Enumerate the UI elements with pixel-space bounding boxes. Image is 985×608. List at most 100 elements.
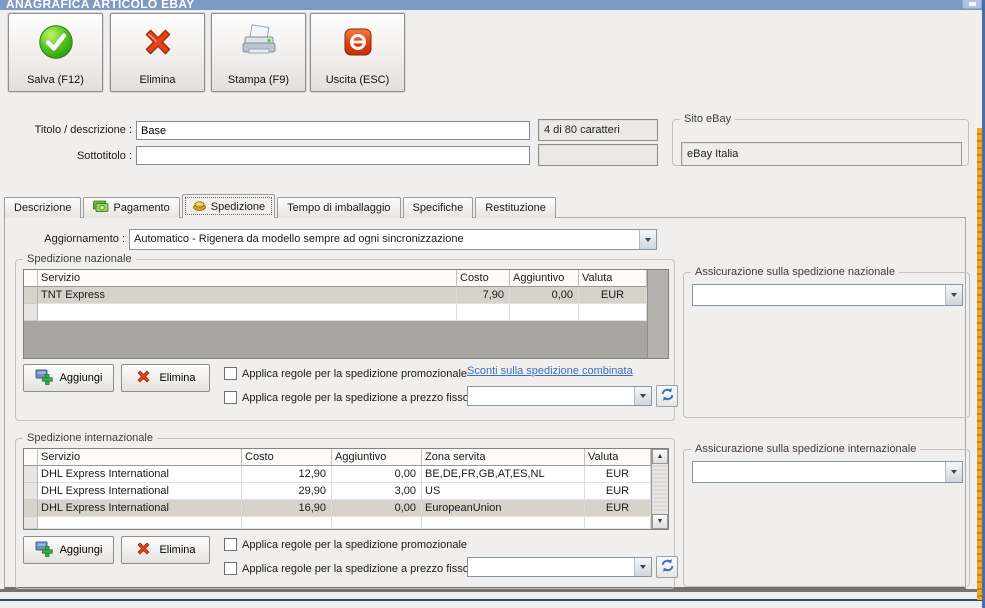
- save-button-label: Salva (F12): [27, 74, 84, 86]
- col-costo[interactable]: Costo: [242, 449, 332, 466]
- col-costo[interactable]: Costo: [457, 270, 510, 287]
- combined-shipping-discounts-link[interactable]: Sconti sulla spedizione combinata: [467, 365, 633, 377]
- chevron-down-icon[interactable]: [634, 387, 651, 405]
- row-selector[interactable]: [24, 517, 38, 529]
- cell-aggiuntivo: 0,00: [332, 500, 422, 517]
- row-selector[interactable]: [24, 466, 38, 483]
- table-row-empty[interactable]: [24, 517, 651, 529]
- chevron-down-icon[interactable]: [639, 230, 656, 249]
- sottotitolo-counter: [538, 144, 658, 166]
- cell-costo: 16,90: [242, 500, 332, 517]
- tab-descrizione[interactable]: Descrizione: [4, 197, 82, 218]
- cell-aggiuntivo: 0,00: [332, 466, 422, 483]
- national-fixed-price-select[interactable]: [467, 386, 652, 406]
- package-icon: [192, 199, 207, 214]
- table-header-row: Servizio Costo Aggiuntivo Valuta: [24, 270, 647, 287]
- row-selector[interactable]: [24, 500, 38, 517]
- add-national-service-button[interactable]: Aggiungi: [23, 364, 114, 392]
- national-fixed-price-checkbox[interactable]: [224, 391, 237, 404]
- international-promo-rules-checkbox[interactable]: [224, 538, 237, 551]
- tab-bar: Descrizione Pagamento Spedizione Tempo d…: [4, 194, 558, 218]
- exit-button[interactable]: Uscita (ESC): [310, 13, 405, 92]
- assicurazione-nazionale-title: Assicurazione sulla spedizione nazionale: [695, 266, 895, 278]
- sito-ebay-group: Sito eBay eBay Italia: [672, 113, 969, 166]
- assicurazione-nazionale-select[interactable]: [692, 284, 963, 306]
- cell-aggiuntivo: [510, 304, 579, 321]
- international-fixed-price-label: Applica regole per la spedizione a prezz…: [242, 562, 469, 575]
- col-zona-servita[interactable]: Zona servita: [422, 449, 585, 466]
- table-row-empty[interactable]: [24, 304, 647, 321]
- table-row[interactable]: TNT Express 7,90 0,00 EUR: [24, 287, 647, 304]
- col-valuta[interactable]: Valuta: [579, 270, 647, 287]
- tab-spedizione-label: Spedizione: [210, 200, 266, 213]
- delete-national-service-label: Elimina: [159, 372, 196, 384]
- sottotitolo-label: Sottotitolo :: [76, 150, 132, 162]
- grid-empty-area: [24, 321, 647, 358]
- aggiornamento-label: Aggiornamento :: [44, 233, 125, 245]
- table-row[interactable]: DHL Express International 29,90 3,00 US …: [24, 483, 651, 500]
- assicurazione-internazionale-value: [693, 462, 945, 482]
- aggiornamento-value: Automatico - Rigenera da modello sempre …: [134, 233, 464, 245]
- chevron-down-icon[interactable]: [634, 558, 651, 576]
- table-header-row: Servizio Costo Aggiuntivo Zona servita V…: [24, 449, 651, 466]
- table-scrollbar[interactable]: ▲ ▼: [651, 449, 668, 529]
- scroll-down-icon[interactable]: ▼: [652, 514, 668, 529]
- cell-valuta: [579, 304, 647, 321]
- assicurazione-nazionale-value: [693, 285, 945, 305]
- tab-tempo-imballaggio[interactable]: Tempo di imballaggio: [277, 197, 401, 218]
- international-fixed-price-row: Applica regole per la spedizione a prezz…: [224, 562, 469, 575]
- col-aggiuntivo[interactable]: Aggiuntivo: [510, 270, 579, 287]
- chevron-down-icon[interactable]: [945, 285, 962, 305]
- international-promo-rules-label: Applica regole per la spedizione promozi…: [242, 538, 468, 551]
- save-button[interactable]: Salva (F12): [8, 13, 103, 92]
- row-selector[interactable]: [24, 483, 38, 500]
- cell-valuta: EUR: [585, 500, 651, 517]
- save-check-icon: [38, 22, 74, 62]
- add-international-service-button[interactable]: Aggiungi: [23, 536, 114, 564]
- international-fixed-price-checkbox[interactable]: [224, 562, 237, 575]
- row-selector[interactable]: [24, 304, 38, 321]
- window-titlebar: ANAGRAFICA ARTICOLO EBAY: [0, 0, 985, 10]
- refresh-icon: [660, 558, 675, 576]
- cell-costo: 29,90: [242, 483, 332, 500]
- col-aggiuntivo[interactable]: Aggiuntivo: [332, 449, 422, 466]
- table-row[interactable]: DHL Express International 16,90 0,00 Eur…: [24, 500, 651, 517]
- national-refresh-button[interactable]: [656, 385, 678, 407]
- assicurazione-internazionale-title: Assicurazione sulla spedizione internazi…: [695, 443, 917, 455]
- tab-specifiche-label: Specifiche: [412, 202, 464, 214]
- print-button[interactable]: Stampa (F9): [211, 13, 306, 92]
- titlebar-close-icon[interactable]: [962, 0, 982, 9]
- aggiornamento-select[interactable]: Automatico - Rigenera da modello sempre …: [129, 229, 657, 250]
- power-icon: [341, 22, 375, 62]
- tab-spedizione[interactable]: Spedizione: [181, 194, 276, 218]
- tab-pagamento[interactable]: Pagamento: [83, 197, 180, 218]
- col-servizio[interactable]: Servizio: [38, 270, 457, 287]
- scroll-up-icon[interactable]: ▲: [652, 449, 668, 464]
- table-row[interactable]: DHL Express International 12,90 0,00 BE,…: [24, 466, 651, 483]
- tab-restituzione[interactable]: Restituzione: [475, 197, 556, 218]
- add-national-service-label: Aggiungi: [59, 372, 103, 384]
- row-selector[interactable]: [24, 287, 38, 304]
- col-servizio[interactable]: Servizio: [38, 449, 242, 466]
- titolo-input[interactable]: [136, 121, 530, 140]
- assicurazione-nazionale-group: Assicurazione sulla spedizione nazionale: [683, 266, 970, 418]
- national-promo-rules-checkbox[interactable]: [224, 367, 237, 380]
- spedizione-nazionale-title: Spedizione nazionale: [27, 253, 132, 265]
- international-fixed-price-value: [468, 558, 634, 576]
- tab-tempo-imballaggio-label: Tempo di imballaggio: [287, 202, 391, 214]
- delete-button[interactable]: Elimina: [110, 13, 205, 92]
- col-valuta[interactable]: Valuta: [585, 449, 651, 466]
- print-button-label: Stampa (F9): [227, 74, 290, 86]
- chevron-down-icon[interactable]: [945, 462, 962, 482]
- tab-specifiche[interactable]: Specifiche: [402, 197, 474, 218]
- money-icon: [93, 200, 109, 216]
- international-refresh-button[interactable]: [656, 556, 678, 578]
- tab-descrizione-label: Descrizione: [14, 202, 72, 214]
- cell-zona-servita: US: [422, 483, 585, 500]
- assicurazione-internazionale-select[interactable]: [692, 461, 963, 483]
- sito-ebay-group-title: Sito eBay: [684, 113, 732, 125]
- international-fixed-price-select[interactable]: [467, 557, 652, 577]
- delete-national-service-button[interactable]: Elimina: [121, 364, 210, 392]
- sottotitolo-input[interactable]: [136, 146, 530, 165]
- delete-international-service-button[interactable]: Elimina: [121, 536, 210, 564]
